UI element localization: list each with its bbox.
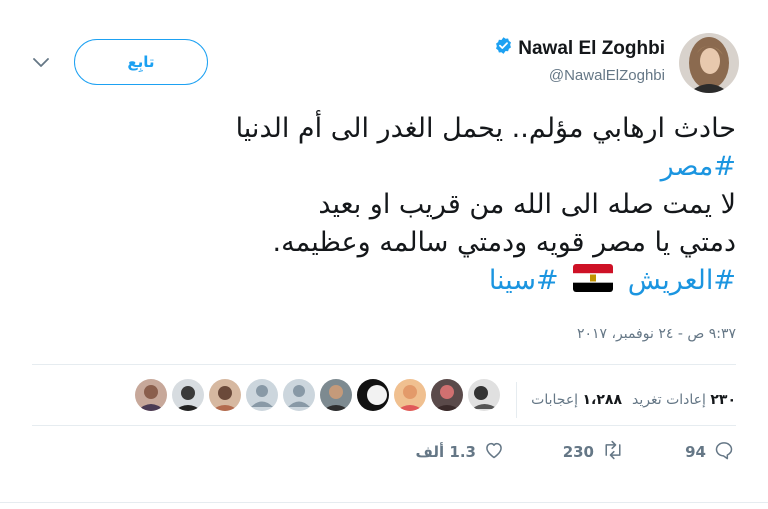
retweet-action[interactable]: 230 <box>548 440 624 464</box>
reply-icon <box>714 440 734 464</box>
hashtag-arish-link[interactable]: #العريش <box>628 265 736 296</box>
reply-count: 94 <box>685 443 706 461</box>
likes-stat[interactable]: ١،٢٨٨ إعجابات <box>531 392 622 408</box>
liker-avatar[interactable] <box>320 379 352 411</box>
user-handle[interactable]: @NawalElZoghbi <box>494 67 665 84</box>
liker-avatar[interactable] <box>468 379 500 411</box>
tweet-line: دمتي يا مصر قويه ودمتي سالمه وعظيمه. <box>272 227 736 258</box>
liker-avatar[interactable] <box>172 379 204 411</box>
user-header: Nawal El Zoghbi @NawalElZoghbi <box>494 36 665 84</box>
like-action[interactable]: 1.3 ألف <box>416 440 504 464</box>
divider <box>32 425 736 426</box>
avatar[interactable] <box>679 33 739 93</box>
liker-avatar[interactable] <box>246 379 278 411</box>
liker-avatar[interactable] <box>394 379 426 411</box>
retweets-stat[interactable]: ٢٣٠ إعادات تغريد <box>632 392 736 408</box>
more-options-chevron-icon[interactable] <box>30 52 52 74</box>
liker-avatar[interactable] <box>283 379 315 411</box>
verified-badge-icon <box>494 36 513 61</box>
follow-button[interactable]: تابِع <box>74 39 208 85</box>
liker-avatar[interactable] <box>209 379 241 411</box>
hashtag-sinai-link[interactable]: #سينا <box>489 265 559 296</box>
tweet-stats: ٢٣٠ إعادات تغريد ١،٢٨٨ إعجابات <box>512 382 736 418</box>
liker-avatar[interactable] <box>357 379 389 411</box>
liker-avatar[interactable] <box>135 379 167 411</box>
retweet-count: 230 <box>562 443 594 461</box>
tweet-actions: 94 230 1.3 ألف <box>416 440 734 464</box>
liker-avatar[interactable] <box>431 379 463 411</box>
tweet-timestamp[interactable]: ٩:٣٧ ص - ٢٤ نوفمبر، ٢٠١٧ <box>577 326 736 342</box>
heart-icon <box>484 440 504 464</box>
egypt-flag-icon <box>573 264 614 292</box>
stats-separator <box>516 382 518 418</box>
hashtag-egypt-link[interactable]: #مصر <box>661 151 736 182</box>
like-count: 1.3 ألف <box>415 443 476 461</box>
reply-action[interactable]: 94 <box>672 440 734 464</box>
tweet-line: حادث ارهابي مؤلم.. يحمل الغدر الى أم الد… <box>235 113 736 144</box>
tweet-line: لا يمت صله الى الله من قريب او بعيد <box>318 189 736 220</box>
display-name[interactable]: Nawal El Zoghbi <box>518 38 665 60</box>
divider <box>32 364 736 365</box>
retweet-icon <box>602 440 624 464</box>
divider <box>0 502 768 503</box>
tweet-text: حادث ارهابي مؤلم.. يحمل الغدر الى أم الد… <box>36 110 736 300</box>
likers-avatars <box>135 379 500 411</box>
